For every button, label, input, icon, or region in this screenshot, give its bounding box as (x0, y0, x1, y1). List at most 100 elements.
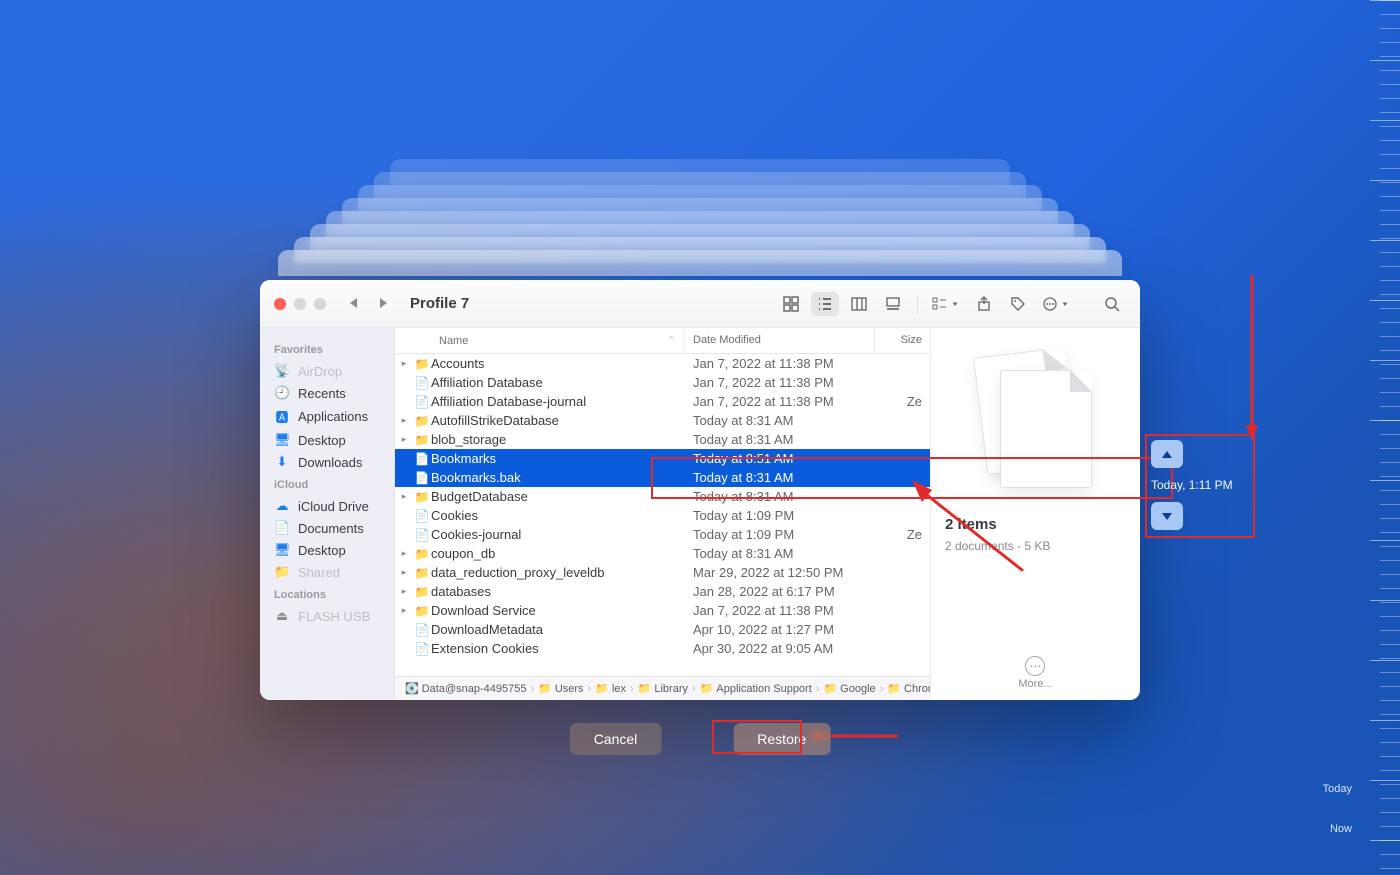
file-row[interactable]: ▸BudgetDatabaseToday at 8:31 AM (395, 487, 930, 506)
file-icon (413, 508, 431, 523)
sidebar-item[interactable]: 🖥Desktop (260, 429, 394, 451)
preview-title: 2 items (945, 516, 997, 533)
path-crumb[interactable]: 💽Data@snap-4495755 (405, 682, 526, 695)
next-snapshot-button[interactable] (1151, 502, 1183, 530)
sidebar-item-label: Downloads (298, 455, 362, 470)
disclosure-triangle-icon[interactable]: ▸ (395, 548, 413, 559)
timemachine-timeline (1340, 0, 1400, 875)
snapshot-navigator: Today, 1:11 PM (1145, 434, 1255, 538)
back-button[interactable] (342, 293, 364, 315)
file-row[interactable]: ▸Download ServiceJan 7, 2022 at 11:38 PM (395, 601, 930, 620)
path-label: Application Support (716, 683, 811, 695)
sidebar-item[interactable]: 📄 Documents (260, 517, 394, 539)
sidebar-section-icloud: iCloud (260, 473, 394, 495)
file-list[interactable]: ▸AccountsJan 7, 2022 at 11:38 PMAffiliat… (395, 354, 930, 676)
annotation-arrow-snapnav (1246, 275, 1258, 440)
file-row[interactable]: CookiesToday at 1:09 PM (395, 506, 930, 525)
forward-button[interactable] (372, 293, 394, 315)
file-date: Today at 1:09 PM (685, 508, 875, 523)
previous-snapshot-button[interactable] (1151, 440, 1183, 468)
zoom-window-icon[interactable] (314, 298, 326, 310)
search-button[interactable] (1098, 292, 1126, 316)
sidebar-item[interactable]: ☁︎iCloud Drive (260, 495, 394, 517)
icon-view-button[interactable] (777, 292, 805, 316)
disclosure-triangle-icon[interactable]: ▸ (395, 586, 413, 597)
chevron-right-icon: › (692, 683, 696, 695)
file-date: Jan 7, 2022 at 11:38 PM (685, 394, 875, 409)
action-button[interactable] (1038, 292, 1074, 316)
disclosure-triangle-icon[interactable]: ▸ (395, 415, 413, 426)
path-crumb[interactable]: 📁Application Support (700, 682, 812, 695)
finder-titlebar: Profile 7 (260, 280, 1140, 328)
folder-icon: 📁 (638, 682, 652, 695)
preview-more-button[interactable]: ⋯ More... (1018, 656, 1052, 690)
sidebar-item-icon: 📄 (274, 520, 290, 536)
path-crumb[interactable]: 📁Users (538, 682, 583, 695)
file-date: Today at 8:31 AM (685, 470, 875, 485)
disclosure-triangle-icon[interactable]: ▸ (395, 567, 413, 578)
view-toolbar (777, 292, 1126, 316)
disclosure-triangle-icon[interactable]: ▸ (395, 434, 413, 445)
file-row[interactable]: ▸data_reduction_proxy_leveldbMar 29, 202… (395, 563, 930, 582)
file-name: DownloadMetadata (431, 622, 685, 637)
chevron-right-icon: › (530, 683, 534, 695)
path-crumb[interactable]: 📁Google (823, 682, 875, 695)
cancel-button[interactable]: Cancel (570, 723, 662, 755)
file-date: Today at 8:31 AM (685, 432, 875, 447)
file-row[interactable]: ▸AccountsJan 7, 2022 at 11:38 PM (395, 354, 930, 373)
sidebar-item[interactable]: 🖥Desktop (260, 539, 394, 561)
file-row[interactable]: Affiliation Database-journalJan 7, 2022 … (395, 392, 930, 411)
path-label: lex (612, 683, 626, 695)
file-row[interactable]: BookmarksToday at 8:51 AM (395, 449, 930, 468)
disclosure-triangle-icon[interactable]: ▸ (395, 358, 413, 369)
column-view-button[interactable] (845, 292, 873, 316)
gallery-view-button[interactable] (879, 292, 907, 316)
file-name: Cookies (431, 508, 685, 523)
sidebar-item-icon: 📁 (274, 564, 290, 580)
sidebar-item[interactable]: ⏏︎FLASH USB (260, 605, 394, 627)
folder-icon (413, 489, 431, 504)
list-view-button[interactable] (811, 292, 839, 316)
disclosure-triangle-icon[interactable]: ▸ (395, 491, 413, 502)
disclosure-triangle-icon[interactable]: ▸ (395, 605, 413, 616)
file-row[interactable]: DownloadMetadataApr 10, 2022 at 1:27 PM (395, 620, 930, 639)
file-row[interactable]: ▸blob_storageToday at 8:31 AM (395, 430, 930, 449)
folder-icon (413, 546, 431, 561)
file-row[interactable]: Affiliation DatabaseJan 7, 2022 at 11:38… (395, 373, 930, 392)
sidebar-item[interactable]: 📁Shared (260, 561, 394, 583)
sidebar-item-label: Desktop (298, 433, 346, 448)
file-row[interactable]: Cookies-journalToday at 1:09 PMZe (395, 525, 930, 544)
path-crumb[interactable]: 📁Library (638, 682, 688, 695)
file-icon (413, 622, 431, 637)
chevron-left-icon (350, 295, 357, 313)
finder-sidebar: Favorites 📡AirDrop🕘Recents🅰︎Applications… (260, 328, 395, 700)
minimize-window-icon[interactable] (294, 298, 306, 310)
file-row[interactable]: ▸AutofillStrikeDatabaseToday at 8:31 AM (395, 411, 930, 430)
traffic-lights[interactable] (274, 298, 326, 310)
file-row[interactable]: ▸databasesJan 28, 2022 at 6:17 PM (395, 582, 930, 601)
close-window-icon[interactable] (274, 298, 286, 310)
sidebar-item[interactable]: 📡AirDrop (260, 360, 394, 382)
chevron-down-icon (1162, 507, 1172, 525)
tags-button[interactable] (1004, 292, 1032, 316)
sidebar-item-label: Recents (298, 386, 346, 401)
window-title: Profile 7 (410, 295, 469, 312)
file-row[interactable]: ▸coupon_dbToday at 8:31 AM (395, 544, 930, 563)
file-row[interactable]: Extension CookiesApr 30, 2022 at 9:05 AM (395, 639, 930, 658)
restore-button[interactable]: Restore (733, 723, 830, 755)
file-date: Today at 1:09 PM (685, 527, 875, 542)
chevron-right-icon: › (588, 683, 592, 695)
list-header[interactable]: Name⌃ Date Modified Size (395, 328, 930, 354)
sidebar-item-label: Documents (298, 521, 364, 536)
sidebar-item[interactable]: 🕘Recents (260, 382, 394, 404)
path-crumb[interactable]: 📁lex (595, 682, 626, 695)
group-by-button[interactable] (928, 292, 964, 316)
file-date: Today at 8:31 AM (685, 546, 875, 561)
sidebar-item-icon: 📡 (274, 363, 290, 379)
file-row[interactable]: Bookmarks.bakToday at 8:31 AM (395, 468, 930, 487)
path-crumb[interactable]: 📁Chrome (887, 682, 930, 695)
share-button[interactable] (970, 292, 998, 316)
sidebar-item[interactable]: ⬇︎Downloads (260, 451, 394, 473)
path-bar[interactable]: 💽Data@snap-4495755›📁Users›📁lex›📁Library›… (395, 676, 930, 700)
sidebar-item[interactable]: 🅰︎Applications (260, 404, 394, 429)
